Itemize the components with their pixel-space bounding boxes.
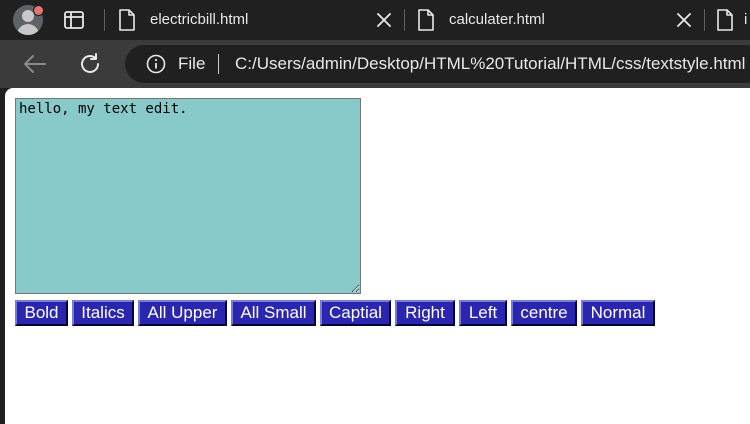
tab-electricbill[interactable]: electricbill.html: [118, 0, 403, 40]
left-align-button[interactable]: Left: [459, 300, 507, 326]
tab-title: electricbill.html: [150, 11, 249, 28]
tab-partial[interactable]: i: [716, 0, 750, 40]
address-divider: [218, 54, 219, 74]
page-viewport: hello, my text edit. Bold Italics All Up…: [5, 88, 750, 424]
bold-button[interactable]: Bold: [15, 300, 68, 326]
close-icon[interactable]: [675, 11, 693, 29]
back-arrow-icon[interactable]: [22, 52, 48, 76]
captial-button[interactable]: Captial: [320, 300, 391, 326]
browser-toolbar: File C:/Users/admin/Desktop/HTML%20Tutor…: [0, 40, 750, 88]
file-icon: [418, 9, 434, 31]
all-upper-button[interactable]: All Upper: [138, 300, 227, 326]
tab-divider: [104, 9, 105, 31]
tab-strip: electricbill.html calculater.html i: [0, 0, 750, 40]
centre-align-button[interactable]: centre: [511, 300, 577, 326]
url-scheme-label: File: [178, 54, 206, 73]
tab-divider: [404, 9, 405, 31]
text-editor-textarea[interactable]: hello, my text edit.: [15, 98, 361, 294]
all-small-button[interactable]: All Small: [231, 300, 316, 326]
tab-search-icon[interactable]: [62, 9, 86, 31]
right-align-button[interactable]: Right: [395, 300, 455, 326]
file-icon: [119, 9, 135, 31]
file-icon: [717, 9, 733, 31]
avatar-body: [17, 24, 39, 35]
address-bar[interactable]: File C:/Users/admin/Desktop/HTML%20Tutor…: [125, 45, 750, 83]
info-icon[interactable]: [146, 54, 166, 74]
normal-button[interactable]: Normal: [581, 300, 655, 326]
tab-calculater[interactable]: calculater.html: [417, 0, 702, 40]
tab-divider: [704, 9, 705, 31]
url-text[interactable]: C:/Users/admin/Desktop/HTML%20Tutorial/H…: [235, 54, 745, 74]
close-icon[interactable]: [375, 11, 393, 29]
tab-title: calculater.html: [449, 11, 545, 28]
profile-notification-dot: [33, 5, 44, 16]
tab-title: i: [744, 11, 748, 28]
reload-icon[interactable]: [78, 52, 102, 76]
italics-button[interactable]: Italics: [72, 300, 134, 326]
